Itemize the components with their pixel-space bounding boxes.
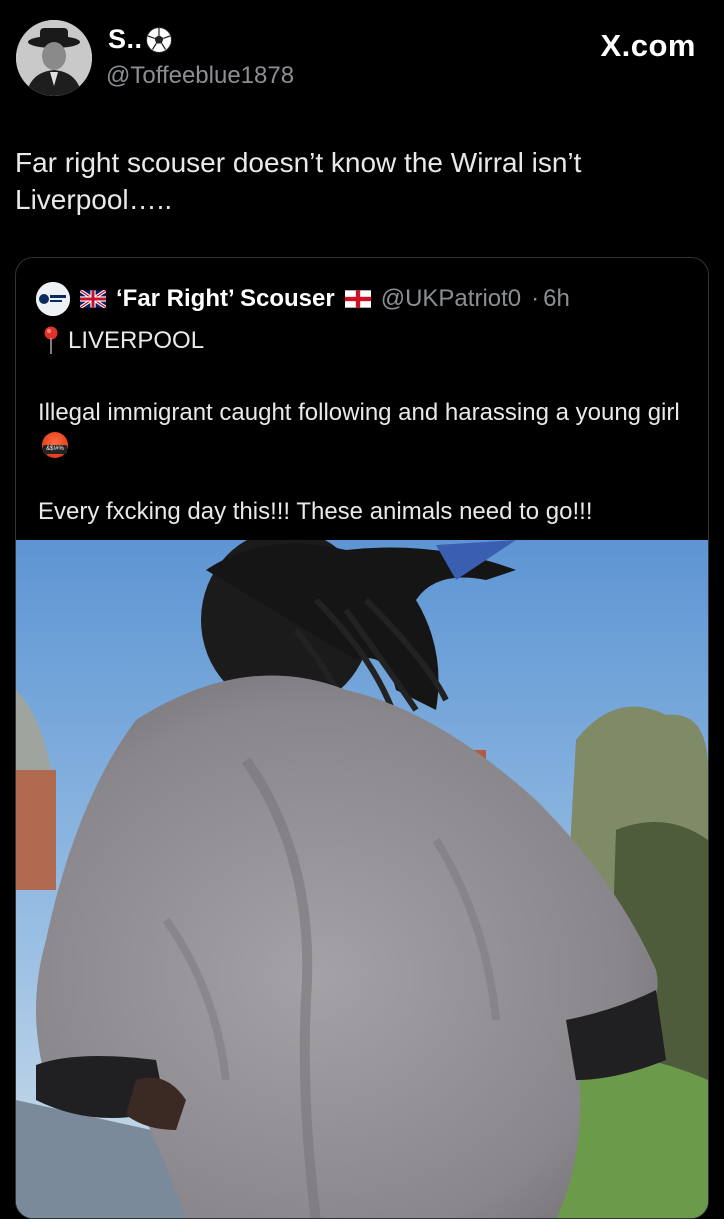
- location-label: LIVERPOOL: [68, 327, 205, 354]
- dot-separator: ·: [531, 285, 540, 312]
- quoted-post-text: Illegal immigrant caught following and h…: [38, 396, 688, 528]
- quoted-author-handle[interactable]: @UKPatriot0: [381, 285, 521, 313]
- quoted-post-time[interactable]: 6h: [543, 285, 570, 313]
- quoted-location: LIVERPOOL: [44, 326, 204, 356]
- quoted-post-video[interactable]: [16, 540, 708, 1218]
- soccer-ball-icon: [145, 26, 172, 53]
- quoted-post-card[interactable]: ‘Far Right’ Scouser @UKPatriot0 · 6h LIV…: [15, 257, 709, 1219]
- pin-icon: [44, 326, 58, 354]
- author-avatar[interactable]: [16, 20, 92, 96]
- quoted-text-line-2: Every fxcking day this!!! These animals …: [38, 498, 593, 525]
- author-name-text: S..: [108, 24, 143, 54]
- author-handle[interactable]: @Toffeeblue1878: [106, 62, 294, 90]
- quoted-author-name[interactable]: ‘Far Right’ Scouser: [116, 285, 335, 313]
- england-flag-icon: [344, 290, 371, 308]
- quoted-post-header: ‘Far Right’ Scouser @UKPatriot0 · 6h: [36, 282, 570, 316]
- post-header: S.. @Toffeeblue1878 X.com: [0, 0, 724, 110]
- quoted-text-paragraph-1: Illegal immigrant caught following and h…: [38, 396, 688, 462]
- uk-flag-icon: [80, 290, 106, 308]
- video-frame-image: [16, 540, 708, 1218]
- author-display-name[interactable]: S..: [108, 24, 173, 55]
- x-com-watermark: X.com: [600, 28, 696, 63]
- quoted-author-avatar[interactable]: [36, 282, 70, 316]
- angry-cursing-face-icon: [42, 432, 68, 458]
- post-text: Far right scouser doesn’t know the Wirra…: [15, 147, 582, 215]
- quoted-text-line-1: Illegal immigrant caught following and h…: [38, 399, 680, 426]
